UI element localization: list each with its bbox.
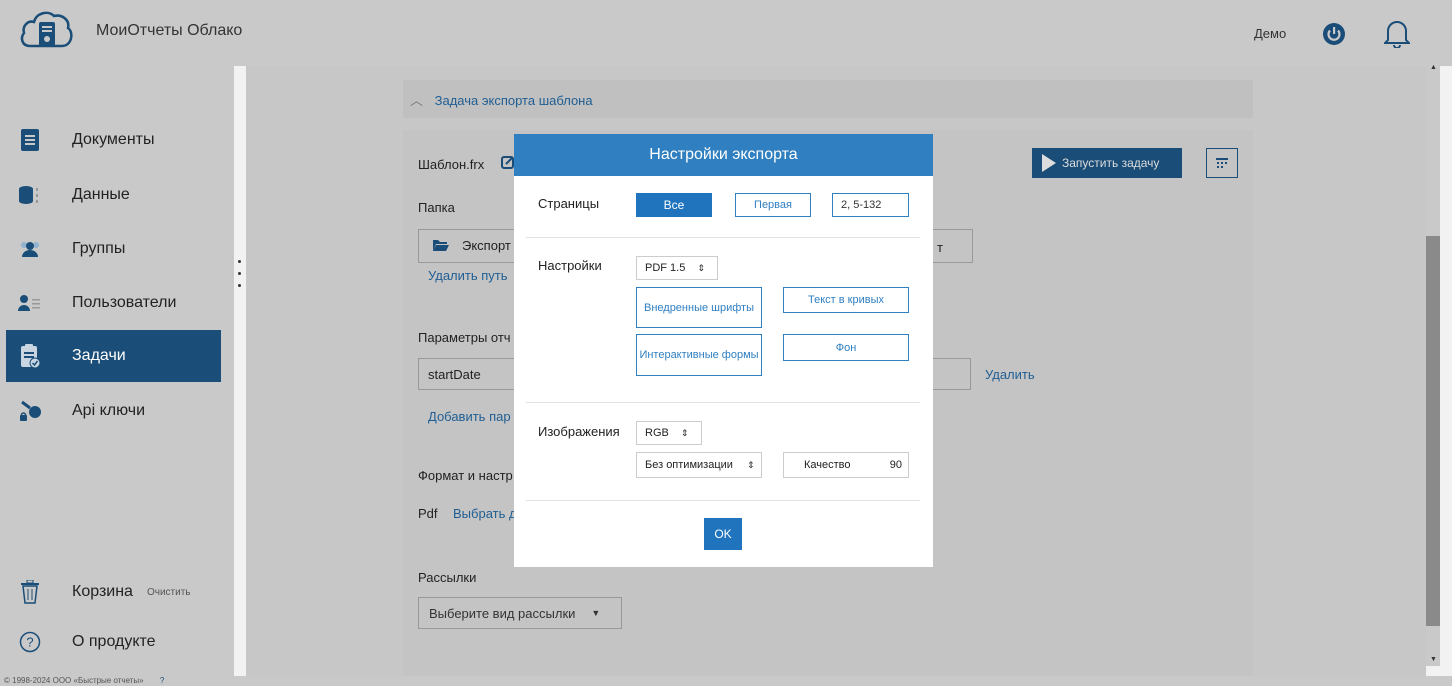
footer-copyright: © 1998-2024 ООО «Быстрые отчеты» ?: [0, 676, 1452, 686]
select-arrows-icon: ⇕: [680, 427, 689, 438]
play-icon: [1042, 154, 1056, 172]
pdf-version-select[interactable]: PDF 1.5 ⇕: [636, 256, 718, 280]
sidebar-item-documents[interactable]: Документы: [6, 114, 221, 166]
table-view-icon: [1216, 158, 1228, 168]
quality-input[interactable]: Качество 90: [783, 452, 909, 478]
pdf-version-value: PDF 1.5: [645, 262, 686, 274]
app-title: МоиОтчеты Облако: [96, 22, 243, 39]
scrollbar-thumb[interactable]: [1426, 236, 1440, 626]
interactive-forms-toggle[interactable]: Интерактивные формы: [636, 334, 762, 376]
format-label: Формат и настр: [418, 468, 513, 483]
sidebar-item-about[interactable]: ? О продукте: [6, 616, 221, 668]
svg-text:?: ?: [26, 635, 33, 650]
caret-down-icon: ▼: [591, 608, 601, 618]
sidebar-item-label: Api ключи: [72, 402, 146, 419]
format-value: Pdf: [418, 506, 438, 521]
images-label: Изображения: [538, 424, 620, 439]
sidebar-item-trash[interactable]: Корзина Очистить: [6, 566, 221, 618]
optimization-select[interactable]: Без оптимизации ⇕: [636, 452, 762, 478]
bell-icon[interactable]: [1382, 18, 1412, 49]
user-name[interactable]: Демо: [1254, 26, 1286, 41]
mailing-select-value: Выберите вид рассылки: [429, 605, 576, 621]
export-settings-dialog: Настройки экспорта Страницы Все Первая 2…: [514, 134, 933, 567]
pages-label: Страницы: [538, 196, 600, 211]
scroll-down-icon[interactable]: ▼: [1430, 656, 1437, 663]
sidebar-item-api-keys[interactable]: Api ключи: [6, 385, 221, 437]
format-choose-link[interactable]: Выбрать д: [453, 506, 517, 521]
folder-path-value: Экспорт: [462, 238, 511, 253]
divider: [526, 402, 920, 403]
text-curves-toggle[interactable]: Текст в кривых: [783, 287, 909, 313]
quality-value: 90: [889, 459, 902, 471]
color-mode-select[interactable]: RGB ⇕: [636, 421, 702, 445]
sidebar-item-label: Задачи: [72, 347, 126, 364]
trash-clear-button[interactable]: Очистить: [147, 587, 191, 598]
pages-all-button[interactable]: Все: [636, 193, 712, 217]
logout-power-icon[interactable]: [1322, 22, 1346, 46]
sidebar-item-label: Пользователи: [72, 294, 177, 311]
report-params-label: Параметры отч: [418, 330, 511, 345]
task-section-title[interactable]: ︿ Задача экспорта шаблона: [410, 90, 593, 109]
ok-button[interactable]: OK: [704, 518, 742, 550]
sidebar-item-label: Группы: [72, 240, 126, 257]
app-header: МоиОтчеты Облако Демо: [0, 0, 1452, 66]
pages-range-input[interactable]: 2, 5-132: [832, 193, 909, 217]
api-key-icon: [18, 399, 42, 423]
sidebar-item-label: Данные: [72, 186, 130, 203]
help-small-icon[interactable]: ?: [160, 676, 164, 685]
mailing-select[interactable]: Выберите вид рассылки ▼: [418, 597, 622, 629]
run-task-label: Запустить задачу: [1062, 156, 1160, 170]
sidebar-resize-handle[interactable]: [234, 66, 246, 676]
chevron-up-icon: ︿: [410, 93, 424, 108]
about-label: О продукте: [72, 633, 156, 650]
trash-icon: [18, 580, 42, 604]
embedded-fonts-toggle[interactable]: Внедренные шрифты: [636, 287, 762, 328]
database-icon: [18, 183, 42, 207]
copyright-text: © 1998-2024 ООО «Быстрые отчеты»: [4, 676, 144, 685]
run-task-button[interactable]: Запустить задачу: [1032, 148, 1182, 178]
add-param-link[interactable]: Добавить пар: [428, 409, 511, 424]
trash-label: Корзина: [72, 583, 133, 600]
user-list-icon: [18, 291, 42, 315]
divider: [526, 500, 920, 501]
folder-label: Папка: [418, 200, 455, 215]
divider: [526, 237, 920, 238]
settings-label: Настройки: [538, 258, 602, 273]
sidebar-item-groups[interactable]: Группы: [6, 223, 221, 275]
mailing-label: Рассылки: [418, 570, 477, 585]
toggle-view-button[interactable]: [1206, 148, 1238, 178]
background-toggle[interactable]: Фон: [783, 334, 909, 361]
param-name: startDate: [428, 367, 481, 382]
sidebar-item-data[interactable]: Данные: [6, 169, 221, 221]
tasks-icon: [18, 344, 42, 369]
dialog-title: Настройки экспорта: [514, 134, 933, 176]
task-section-title-text: Задача экспорта шаблона: [434, 93, 593, 108]
pages-first-button[interactable]: Первая: [735, 193, 811, 217]
optimization-value: Без оптимизации: [645, 459, 733, 471]
cloud-logo-icon[interactable]: [18, 6, 74, 54]
sidebar-item-label: Документы: [72, 131, 155, 148]
folder-open-icon: [432, 238, 450, 252]
sidebar-item-users[interactable]: Пользователи: [6, 277, 221, 329]
color-mode-value: RGB: [645, 427, 669, 439]
sidebar-item-tasks[interactable]: Задачи: [6, 330, 221, 382]
select-arrows-icon: ⇕: [697, 262, 705, 273]
select-arrows-icon: ⇕: [747, 459, 755, 470]
users-group-icon: [18, 237, 42, 261]
help-circle-icon: ?: [18, 630, 42, 654]
remove-path-link[interactable]: Удалить путь: [428, 268, 508, 283]
document-icon: [18, 128, 42, 152]
edit-icon[interactable]: [501, 154, 515, 170]
param-remove-link[interactable]: Удалить: [985, 367, 1035, 382]
quality-label: Качество: [804, 459, 851, 471]
template-name: Шаблон.frx: [418, 157, 485, 172]
scroll-up-icon[interactable]: ▲: [1430, 64, 1437, 71]
folder-path-suffix: т: [937, 240, 943, 255]
